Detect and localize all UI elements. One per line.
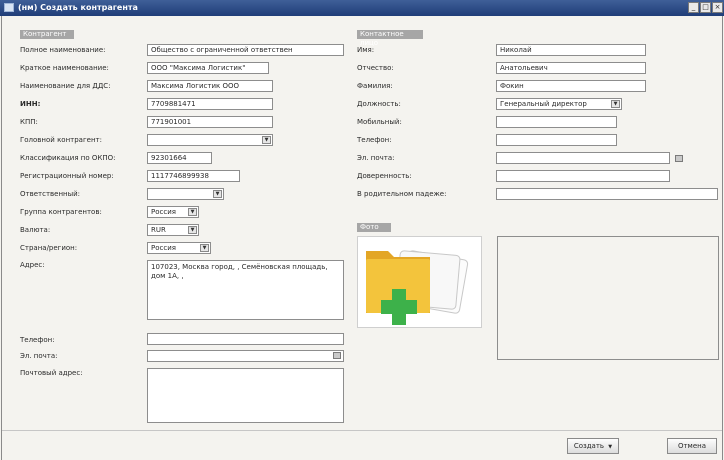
email-icon[interactable] [333, 352, 341, 359]
contact-surname-label: Фамилия: [357, 82, 393, 90]
reg-number-field[interactable]: 1117746899938 [147, 170, 240, 182]
contact-patronymic-label: Отчество: [357, 64, 394, 72]
address-label: Адрес: [20, 261, 45, 269]
chevron-down-icon: ▼ [608, 444, 613, 450]
create-button[interactable]: Создать ▼ [567, 438, 619, 454]
email-icon[interactable] [675, 155, 683, 162]
bottom-divider [2, 430, 722, 431]
contact-position-select[interactable]: Генеральный директор ▼ [496, 98, 622, 110]
contact-surname-field[interactable]: Фокин [496, 80, 646, 92]
okpo-field[interactable]: 92301664 [147, 152, 212, 164]
phone-label: Телефон: [20, 336, 55, 344]
close-icon[interactable]: × [712, 2, 723, 13]
inn-label: ИНН: [20, 100, 41, 108]
chevron-down-icon[interactable]: ▼ [200, 244, 209, 252]
currency-select[interactable]: RUR ▼ [147, 224, 199, 236]
contact-position-value: Генеральный директор [500, 100, 587, 108]
contact-phone-field[interactable] [496, 134, 617, 146]
group-label: Группа контрагентов: [20, 208, 102, 216]
currency-label: Валюта: [20, 226, 51, 234]
inn-field[interactable]: 7709881471 [147, 98, 273, 110]
okpo-label: Классификация по ОКПО: [20, 154, 116, 162]
postal-address-field[interactable] [147, 368, 344, 423]
chevron-down-icon[interactable]: ▼ [188, 208, 197, 216]
responsible-select[interactable]: ▼ [147, 188, 224, 200]
window-title: (нм) Создать контрагента [18, 3, 138, 12]
chevron-down-icon[interactable]: ▼ [262, 136, 271, 144]
contact-power-label: Доверенность: [357, 172, 412, 180]
dds-name-label: Наименование для ДДС: [20, 82, 111, 90]
full-name-label: Полное наименование: [20, 46, 106, 54]
create-button-label: Создать [573, 442, 605, 450]
reg-number-label: Регистрационный номер: [20, 172, 114, 180]
country-select[interactable]: Россия ▼ [147, 242, 211, 254]
chevron-down-icon[interactable]: ▼ [188, 226, 197, 234]
section-contact: Контактное лицо [357, 30, 423, 47]
contact-name-field[interactable]: Николай [496, 44, 646, 56]
full-name-field[interactable]: Общество с ограниченной ответствен [147, 44, 344, 56]
add-photo-folder-icon [366, 250, 469, 325]
contact-genitive-field[interactable] [496, 188, 718, 200]
contact-email-field[interactable] [496, 152, 670, 164]
head-counterparty-select[interactable]: ▼ [147, 134, 273, 146]
contact-patronymic-field[interactable]: Анатольевич [496, 62, 646, 74]
contact-power-field[interactable] [496, 170, 670, 182]
email-label: Эл. почта: [20, 352, 58, 360]
email-field[interactable] [147, 350, 344, 362]
contact-name-label: Имя: [357, 46, 375, 54]
dds-name-field[interactable]: Максима Логистик ООО [147, 80, 273, 92]
maximize-icon[interactable]: □ [700, 2, 711, 13]
photo-thumbnail[interactable] [357, 236, 482, 328]
section-photo: Фото [357, 223, 391, 232]
title-bar: (нм) Создать контрагента _ □ × [0, 0, 724, 16]
contact-email-label: Эл. почта: [357, 154, 395, 162]
group-value: Россия [151, 208, 176, 216]
contact-mobile-label: Мобильный: [357, 118, 402, 126]
currency-value: RUR [151, 226, 166, 234]
address-field[interactable]: 107023, Москва город, , Семёновская площ… [147, 260, 344, 320]
contact-phone-label: Телефон: [357, 136, 392, 144]
chevron-down-icon[interactable]: ▼ [611, 100, 620, 108]
kpp-label: КПП: [20, 118, 38, 126]
contact-position-label: Должность: [357, 100, 401, 108]
responsible-label: Ответственный: [20, 190, 81, 198]
contact-genitive-label: В родительном падеже: [357, 190, 447, 198]
country-label: Страна/регион: [20, 244, 78, 252]
cancel-button[interactable]: Отмена [667, 438, 717, 454]
country-value: Россия [151, 244, 176, 252]
group-select[interactable]: Россия ▼ [147, 206, 199, 218]
short-name-label: Краткое наименование: [20, 64, 109, 72]
short-name-field[interactable]: ООО "Максима Логистик" [147, 62, 269, 74]
phone-field[interactable] [147, 333, 344, 345]
window-app-icon [4, 3, 14, 12]
minimize-icon[interactable]: _ [688, 2, 699, 13]
head-counterparty-label: Головной контрагент: [20, 136, 102, 144]
kpp-field[interactable]: 771901001 [147, 116, 273, 128]
postal-address-label: Почтовый адрес: [20, 369, 83, 377]
contact-mobile-field[interactable] [496, 116, 617, 128]
photo-preview-area [497, 236, 719, 360]
section-counterparty: Контрагент [20, 30, 74, 39]
chevron-down-icon[interactable]: ▼ [213, 190, 222, 198]
